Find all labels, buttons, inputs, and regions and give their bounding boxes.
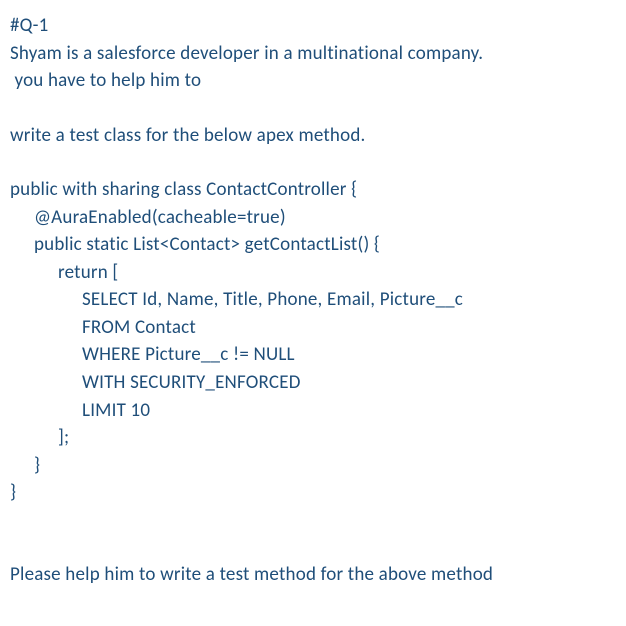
footer-text: Please help him to write a test method f… [10, 561, 616, 589]
intro-text-line1: Shyam is a salesforce developer in a mul… [10, 40, 616, 68]
code-line: WHERE Picture__c != NULL [10, 341, 616, 369]
blank-line [10, 95, 616, 122]
blank-line [10, 507, 616, 534]
code-line: FROM Contact [10, 314, 616, 342]
code-line: @AuraEnabled(cacheable=true) [10, 204, 616, 232]
code-line: SELECT Id, Name, Title, Phone, Email, Pi… [10, 286, 616, 314]
blank-line [10, 149, 616, 176]
code-line: LIMIT 10 [10, 397, 616, 425]
intro-text-line2: you have to help him to [10, 67, 616, 95]
code-line: WITH SECURITY_ENFORCED [10, 369, 616, 397]
code-line: } [10, 452, 616, 480]
code-line: return [ [10, 259, 616, 287]
code-line: public with sharing class ContactControl… [10, 176, 616, 204]
code-line: public static List<Contact> getContactLi… [10, 231, 616, 259]
code-line: } [10, 479, 616, 507]
question-header: #Q-1 [10, 12, 616, 40]
blank-line [10, 534, 616, 561]
code-line: ]; [10, 424, 616, 452]
task-text: write a test class for the below apex me… [10, 122, 616, 150]
